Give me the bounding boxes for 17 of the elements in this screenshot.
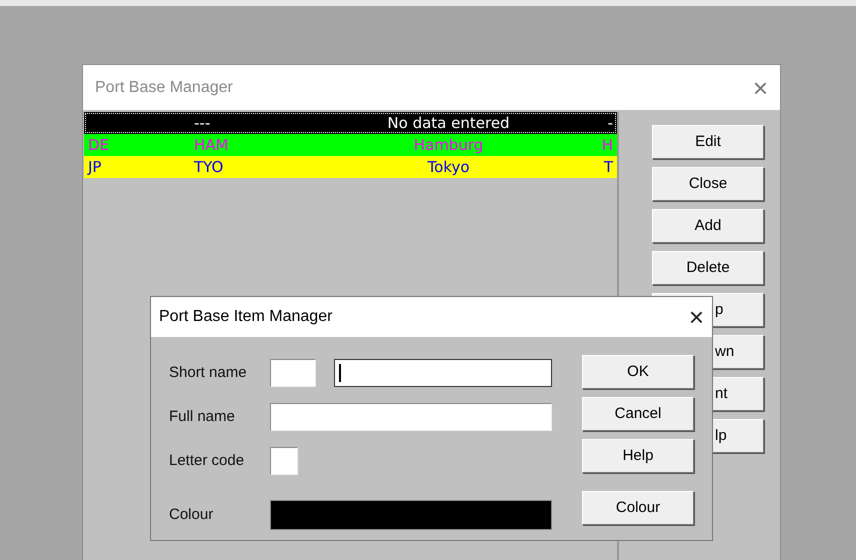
field-label: Full name [169,406,236,427]
list-cell: No data entered [387,114,510,132]
list-cell: HAM [194,136,228,154]
list-cell: T [604,158,613,176]
list-cell: - [608,114,613,132]
field-label: Letter code [169,450,246,471]
list-cell: TYO [194,158,224,176]
dialog-title: Port Base Item Manager [159,307,332,327]
list-cell: Hamburg [414,136,484,154]
list-cell: DE [88,136,110,154]
window-title: Port Base Manager [95,78,233,98]
list-cell: JP [88,158,102,176]
field-label: Colour [169,504,214,525]
list-cell: --- [194,114,210,132]
list-cell: H [602,136,613,154]
field-label: Short name [169,362,248,383]
list-cell: Tokyo [428,158,470,176]
